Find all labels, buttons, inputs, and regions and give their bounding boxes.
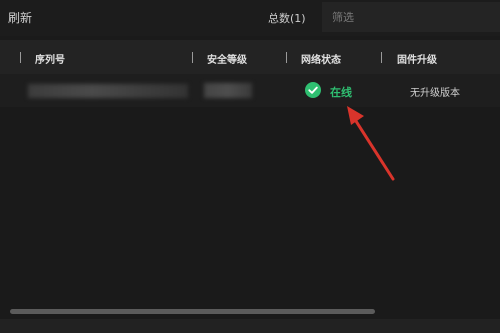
table-header: 序列号 安全等级 网络状态 固件升级 <box>0 40 500 74</box>
column-separator[interactable] <box>20 52 21 63</box>
table-row[interactable]: 在线 无升级版本 <box>0 74 500 107</box>
column-separator[interactable] <box>381 52 382 63</box>
toolbar: 刷新 总数(1) <box>0 0 500 36</box>
column-header-serial[interactable]: 序列号 <box>35 51 65 66</box>
firmware-status-text: 无升级版本 <box>410 88 460 99</box>
security-cell-blurred <box>204 83 252 98</box>
column-header-firmware[interactable]: 固件升级 <box>397 51 437 66</box>
network-status-text: 在线 <box>330 86 352 99</box>
column-header-security[interactable]: 安全等级 <box>207 51 247 66</box>
total-count: 总数(1) <box>268 12 306 25</box>
column-separator[interactable] <box>286 52 287 63</box>
scrollbar-thumb[interactable] <box>10 309 375 314</box>
filter-input[interactable] <box>322 2 500 32</box>
refresh-button[interactable]: 刷新 <box>8 9 32 26</box>
red-arrow-icon <box>347 106 395 181</box>
column-header-network[interactable]: 网络状态 <box>301 51 341 66</box>
footer-bar <box>0 319 500 333</box>
serial-cell-blurred <box>28 84 188 98</box>
column-separator[interactable] <box>192 52 193 63</box>
horizontal-scrollbar[interactable] <box>0 307 500 317</box>
check-circle-icon <box>305 82 321 98</box>
